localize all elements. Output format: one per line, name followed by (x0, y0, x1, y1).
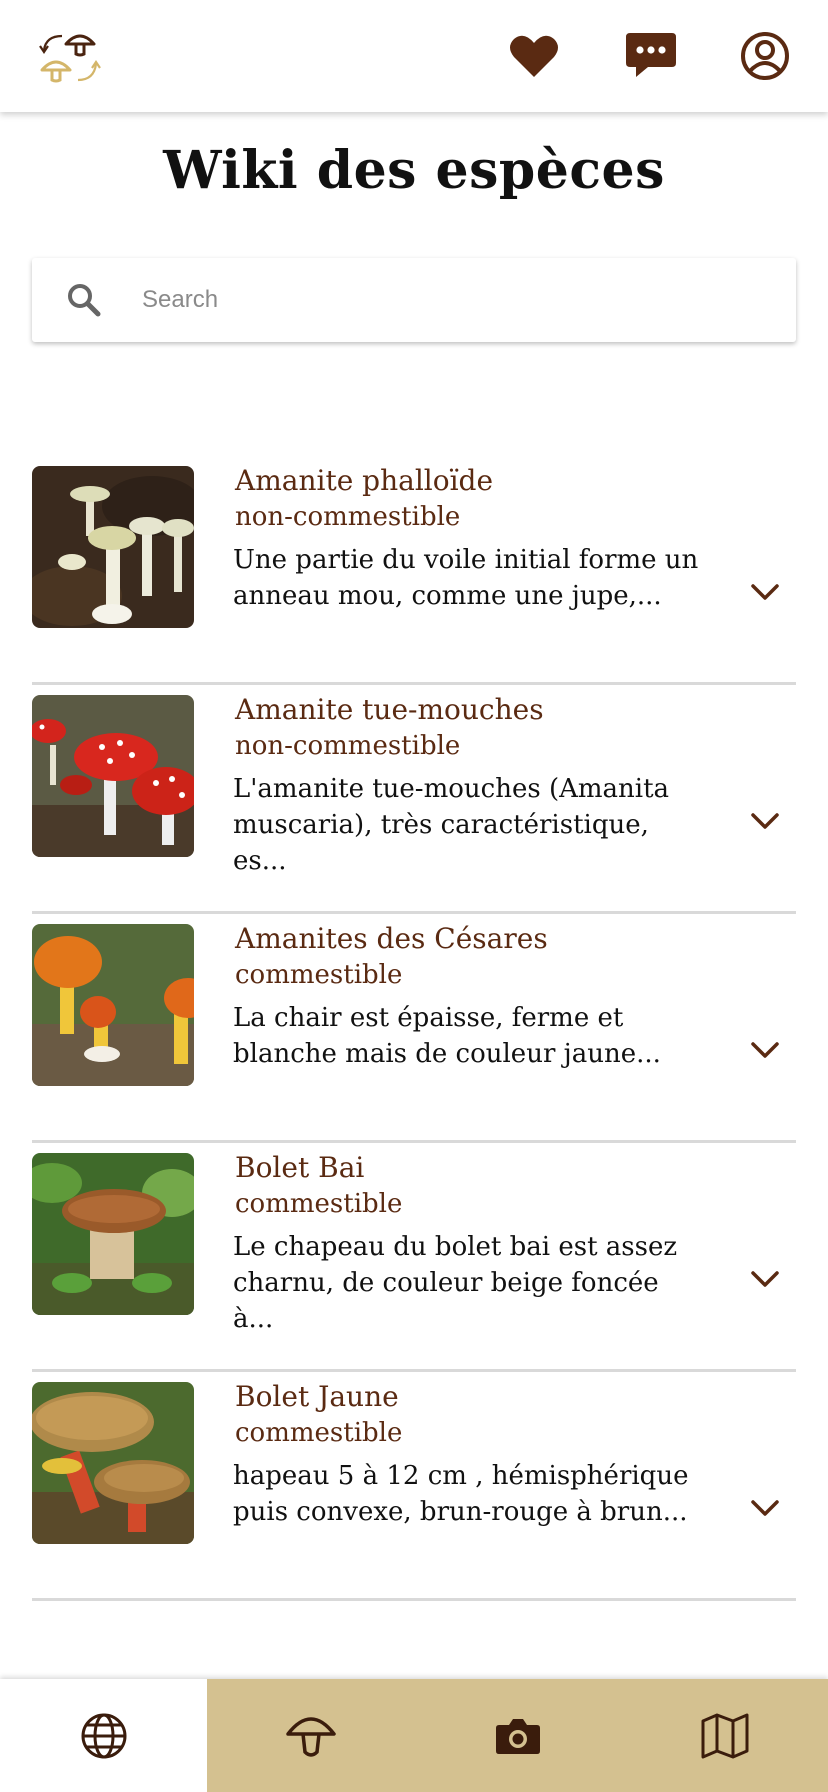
species-photo (32, 1382, 194, 1544)
profile-button[interactable] (737, 28, 793, 84)
chat-icon (626, 33, 676, 77)
species-photo (32, 466, 194, 628)
species-description: L'amanite tue-mouches (Amanita muscaria)… (233, 774, 670, 876)
nav-map[interactable] (621, 1679, 828, 1792)
messages-button[interactable] (623, 28, 679, 84)
mushroom-swap-logo[interactable] (38, 26, 102, 86)
heart-icon (510, 35, 558, 77)
species-edibility: non-commestible (235, 502, 461, 532)
page-title: Wiki des espèces (163, 140, 665, 201)
search-bar[interactable] (32, 258, 796, 342)
camera-icon (495, 1718, 540, 1754)
search-icon (68, 284, 101, 317)
species-list: Amanite phalloïde non-commestible Une pa… (32, 456, 796, 1601)
species-photo (32, 1153, 194, 1315)
species-name: Bolet Jaune (235, 1380, 399, 1413)
species-item-bolet-jaune[interactable]: Bolet Jaune commestible hapeau 5 à 12 cm… (32, 1372, 796, 1601)
species-edibility: commestible (235, 1189, 403, 1219)
species-item-amanite-tue-mouches[interactable]: Amanite tue-mouches non-commestible L'am… (32, 685, 796, 914)
bottom-navigation (0, 1679, 828, 1792)
nav-explore[interactable] (0, 1679, 207, 1792)
mushroom-icon (285, 1716, 336, 1757)
species-description: Une partie du voile initial forme un ann… (233, 545, 699, 611)
species-description: hapeau 5 à 12 cm , hémisphérique puis co… (233, 1461, 689, 1527)
species-edibility: commestible (235, 1418, 403, 1448)
species-edibility: commestible (235, 960, 403, 990)
species-description: Le chapeau du bolet bai est assez charnu… (233, 1232, 678, 1334)
user-circle-icon (741, 32, 789, 80)
species-item-amanite-phalloide[interactable]: Amanite phalloïde non-commestible Une pa… (32, 456, 796, 685)
species-name: Amanites des Césares (235, 922, 548, 955)
species-photo (32, 695, 194, 857)
chevron-down-icon[interactable] (750, 1269, 780, 1289)
species-item-amanites-des-cesares[interactable]: Amanites des Césares commestible La chai… (32, 914, 796, 1143)
nav-camera[interactable] (414, 1679, 621, 1792)
species-edibility: non-commestible (235, 731, 461, 761)
species-description: La chair est épaisse, ferme et blanche m… (233, 1003, 661, 1069)
nav-species-wiki[interactable] (207, 1679, 414, 1792)
species-name: Amanite tue-mouches (235, 693, 544, 726)
app-header (0, 0, 828, 112)
chevron-down-icon[interactable] (750, 811, 780, 831)
species-name: Bolet Bai (235, 1151, 365, 1184)
species-photo (32, 924, 194, 1086)
chevron-down-icon[interactable] (750, 582, 780, 602)
globe-icon (81, 1713, 126, 1758)
search-input[interactable] (142, 258, 762, 342)
map-icon (701, 1713, 748, 1758)
favorites-button[interactable] (506, 28, 562, 84)
species-item-bolet-bai[interactable]: Bolet Bai commestible Le chapeau du bole… (32, 1143, 796, 1372)
species-name: Amanite phalloïde (235, 464, 494, 497)
chevron-down-icon[interactable] (750, 1040, 780, 1060)
chevron-down-icon[interactable] (750, 1498, 780, 1518)
